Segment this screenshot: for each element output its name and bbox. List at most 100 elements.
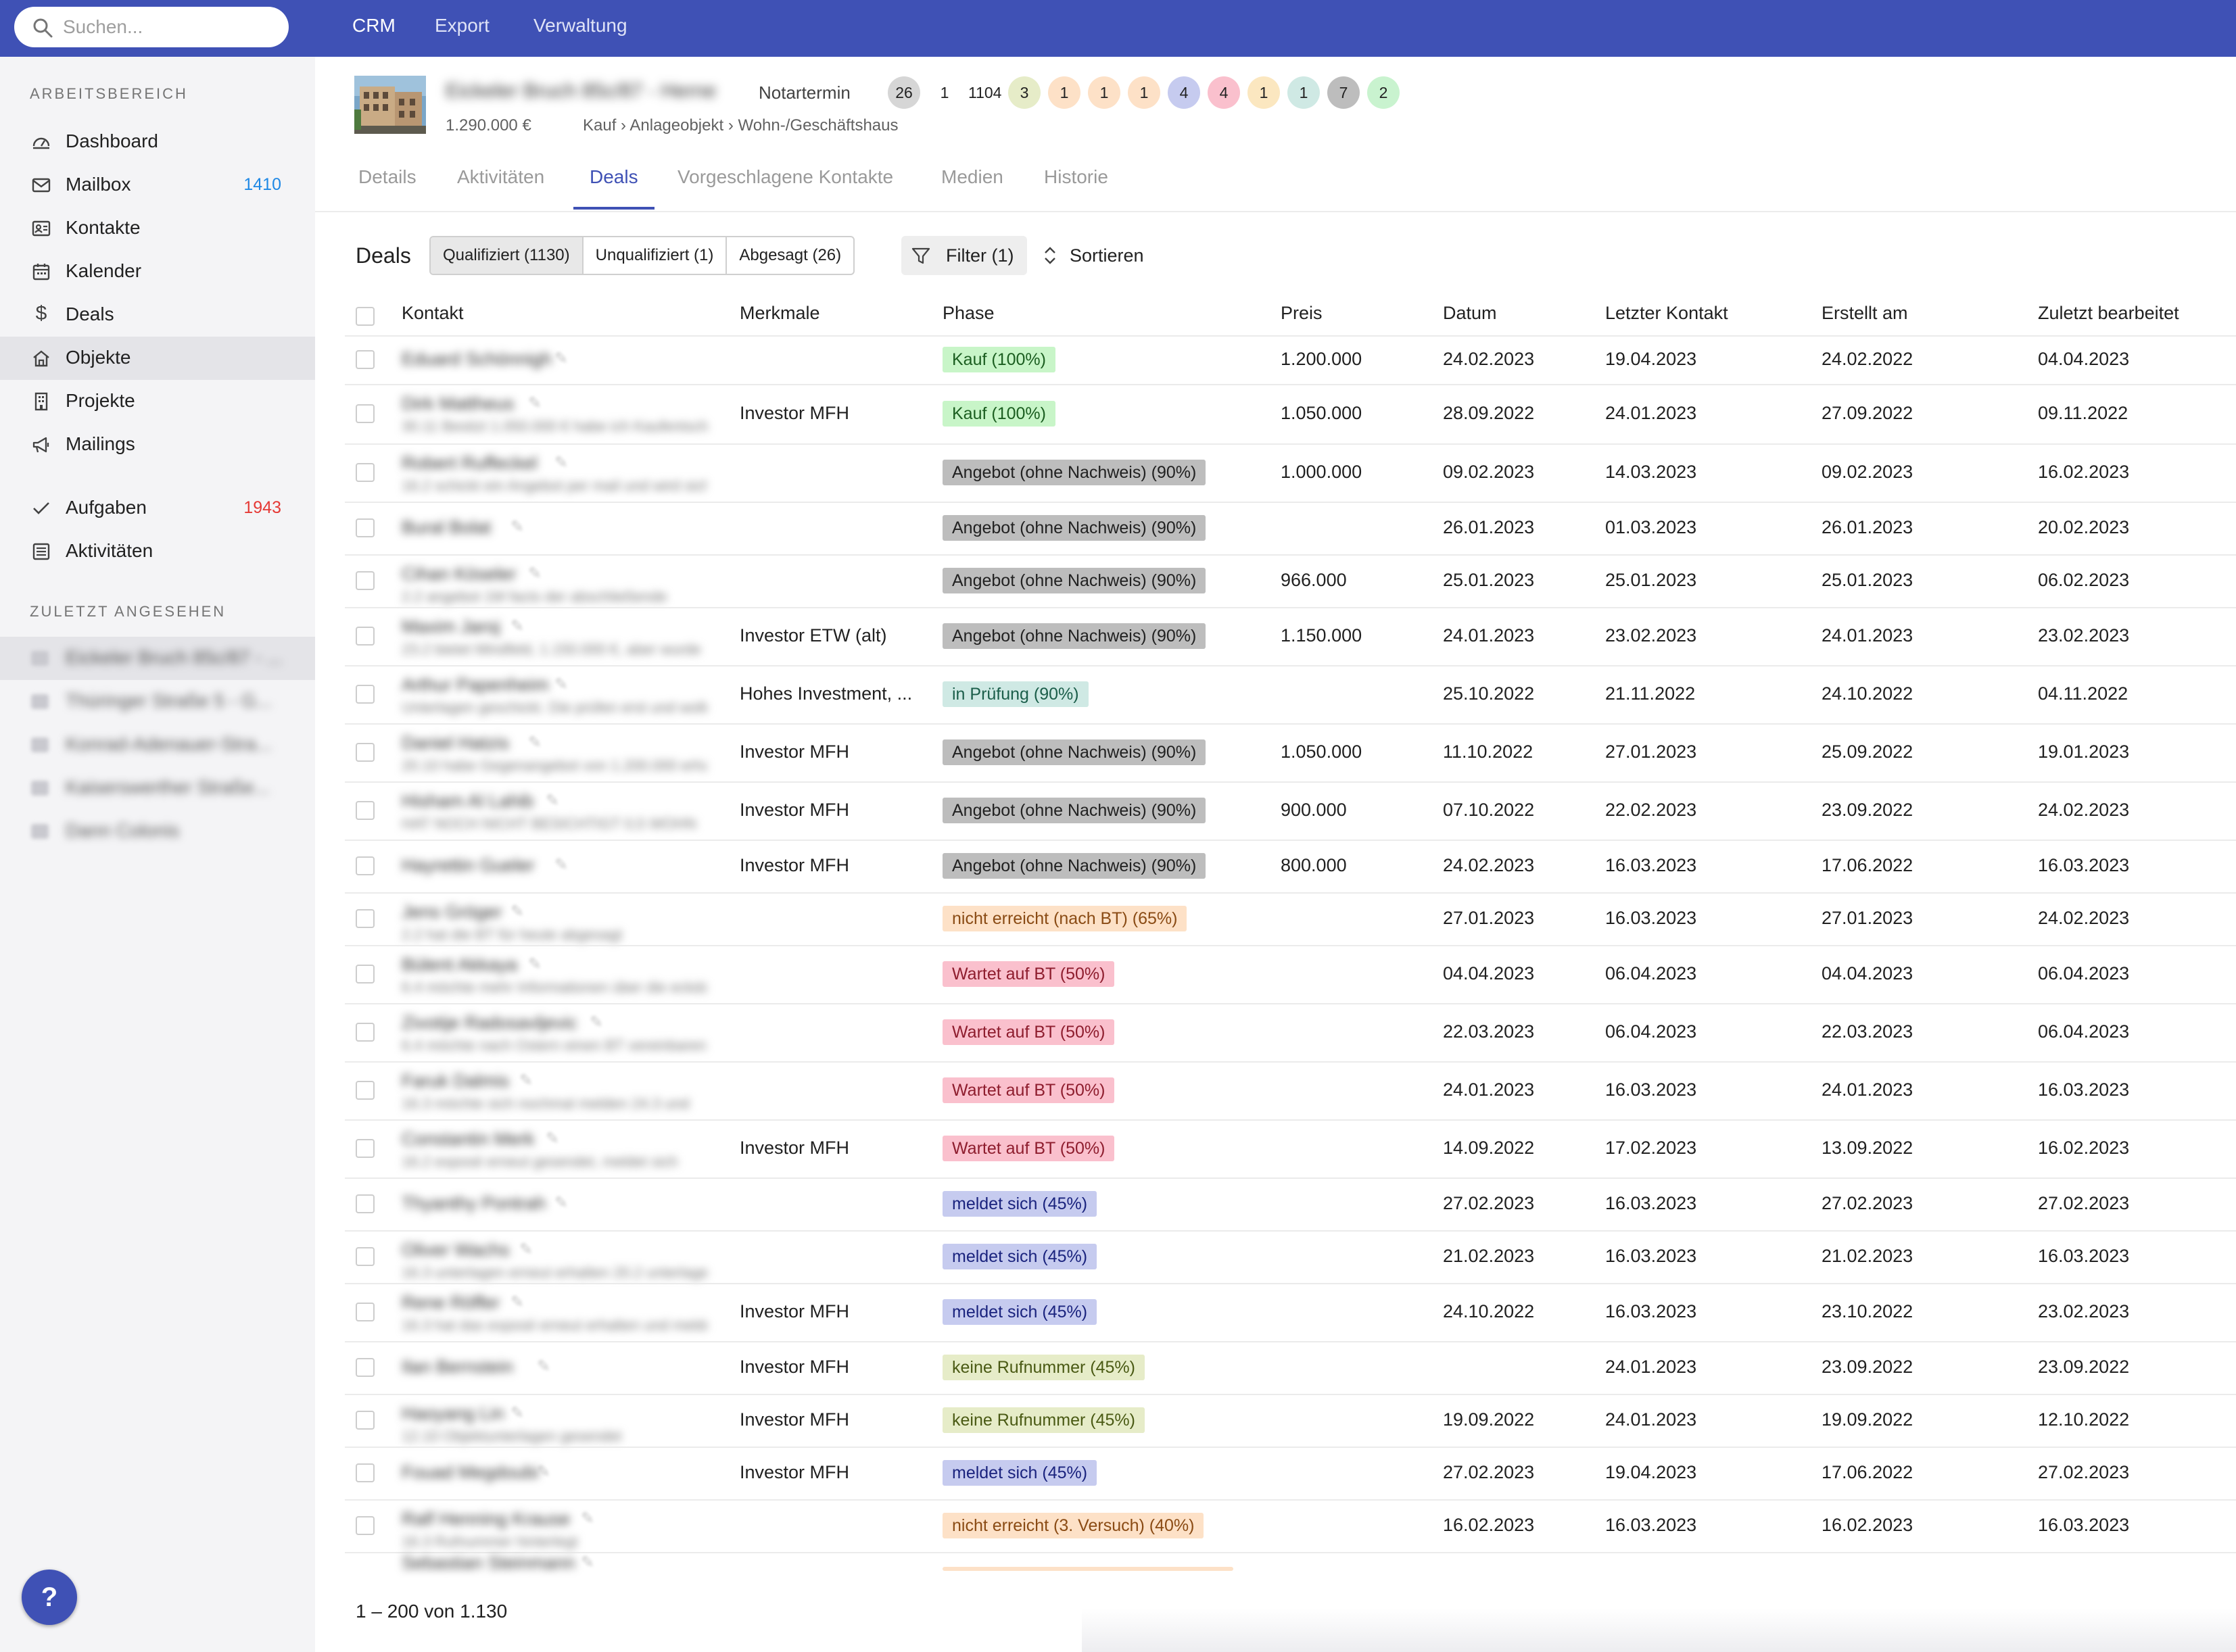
row-checkbox[interactable]: [356, 1358, 375, 1377]
phase-chip[interactable]: meldet sich (45%): [943, 1191, 1097, 1217]
status-count-badge[interactable]: 1: [1247, 76, 1280, 109]
column-header-erstellt-am[interactable]: Erstellt am: [1822, 303, 1908, 324]
contact-name-link[interactable]: Hisham Al Lahib: [402, 791, 533, 812]
sidebar-item-deals[interactable]: $ Deals: [0, 293, 315, 337]
edit-icon[interactable]: ✎: [554, 453, 568, 472]
select-all-checkbox[interactable]: [356, 307, 375, 326]
sidebar-item-mailbox[interactable]: Mailbox 1410: [0, 164, 315, 207]
row-checkbox[interactable]: [356, 965, 375, 983]
search-input[interactable]: Suchen...: [14, 7, 289, 47]
edit-icon[interactable]: ✎: [537, 1462, 550, 1482]
edit-icon[interactable]: ✎: [519, 1240, 533, 1259]
column-header-preis[interactable]: Preis: [1281, 303, 1323, 324]
phase-chip[interactable]: Angebot (ohne Nachweis) (90%): [943, 568, 1206, 593]
recent-item[interactable]: Dann Colonis: [0, 810, 315, 853]
phase-chip[interactable]: keine Rufnummer (45%): [943, 1407, 1145, 1433]
status-count-badge[interactable]: 26: [888, 76, 920, 109]
status-count-badge[interactable]: 1: [928, 76, 961, 109]
segment-qualifiziert[interactable]: Qualifiziert (1130): [431, 237, 584, 274]
phase-chip[interactable]: meldet sich (45%): [943, 1244, 1097, 1269]
edit-icon[interactable]: ✎: [554, 855, 568, 875]
contact-name-link[interactable]: Oliver Wachs: [402, 1240, 510, 1261]
edit-icon[interactable]: ✎: [554, 349, 568, 368]
filter-button[interactable]: Filter (1): [901, 236, 1027, 275]
status-count-badge[interactable]: 1: [1048, 76, 1080, 109]
contact-name-link[interactable]: Cihan Köseler: [402, 564, 517, 585]
sidebar-item-mailings[interactable]: Mailings: [0, 423, 315, 466]
phase-chip[interactable]: Angebot (ohne Nachweis) (90%): [943, 460, 1206, 485]
object-thumbnail[interactable]: [354, 76, 426, 134]
phase-chip[interactable]: nicht erreicht (3. Versuch) (40%): [943, 1513, 1204, 1538]
row-checkbox[interactable]: [356, 1247, 375, 1266]
contact-name-link[interactable]: Haoyang Lin: [402, 1403, 504, 1424]
row-checkbox[interactable]: [356, 350, 375, 369]
row-checkbox[interactable]: [356, 571, 375, 590]
contact-name-link[interactable]: Ilan Bernstein: [402, 1357, 513, 1378]
contact-name-link[interactable]: Arthur Papenheim: [402, 675, 549, 696]
edit-icon[interactable]: ✎: [581, 1509, 594, 1528]
column-header-kontakt[interactable]: Kontakt: [402, 303, 464, 324]
phase-chip[interactable]: Angebot (ohne Nachweis) (90%): [943, 853, 1206, 879]
phase-chip[interactable]: Angebot (ohne Nachweis) (90%): [943, 739, 1206, 765]
contact-name-link[interactable]: Maxim Jaroj: [402, 616, 500, 637]
edit-icon[interactable]: ✎: [528, 564, 542, 583]
status-count-badge[interactable]: 1: [1128, 76, 1160, 109]
contact-name-link[interactable]: Robert Ruffeckel: [402, 453, 538, 474]
sidebar-item-objekte[interactable]: Objekte: [0, 337, 315, 380]
contact-name-link[interactable]: Bural Bolat: [402, 517, 491, 538]
row-checkbox[interactable]: [356, 463, 375, 482]
status-count-badge[interactable]: 1: [1088, 76, 1120, 109]
phase-chip[interactable]: keine Rufnummer (45%): [943, 1355, 1145, 1380]
contact-name-link[interactable]: Sebastian Steinmann: [402, 1553, 575, 1574]
row-checkbox[interactable]: [356, 909, 375, 928]
status-count-badge[interactable]: 2: [1367, 76, 1400, 109]
phase-chip[interactable]: [943, 1567, 1233, 1571]
phase-chip[interactable]: meldet sich (45%): [943, 1299, 1097, 1325]
edit-icon[interactable]: ✎: [528, 733, 542, 752]
contact-name-link[interactable]: Faruk Dalmis: [402, 1071, 509, 1092]
edit-icon[interactable]: ✎: [581, 1553, 594, 1572]
edit-icon[interactable]: ✎: [554, 675, 568, 694]
row-checkbox[interactable]: [356, 743, 375, 762]
sort-button[interactable]: Sortieren: [1040, 236, 1162, 275]
nav-export[interactable]: Export: [435, 15, 490, 37]
contact-name-link[interactable]: Bülent Akkaya: [402, 954, 517, 975]
sidebar-item-aktivitaeten[interactable]: Aktivitäten: [0, 530, 315, 573]
edit-icon[interactable]: ✎: [510, 1403, 524, 1423]
tab-deals[interactable]: Deals: [590, 166, 638, 188]
sidebar-item-kontakte[interactable]: Kontakte: [0, 207, 315, 250]
sidebar-item-kalender[interactable]: Kalender: [0, 250, 315, 293]
status-count-badge[interactable]: 1104: [968, 76, 1001, 109]
phase-chip[interactable]: Kauf (100%): [943, 401, 1055, 427]
recent-item[interactable]: Eickeler Bruch 85c/87 - ...: [0, 637, 315, 680]
status-count-badge[interactable]: 3: [1008, 76, 1041, 109]
row-checkbox[interactable]: [356, 685, 375, 704]
sidebar-item-aufgaben[interactable]: Aufgaben 1943: [0, 487, 315, 530]
column-header-letzter-kontakt[interactable]: Letzter Kontakt: [1605, 303, 1728, 324]
row-checkbox[interactable]: [356, 404, 375, 423]
nav-verwaltung[interactable]: Verwaltung: [533, 15, 627, 37]
tab-medien[interactable]: Medien: [941, 166, 1003, 188]
edit-icon[interactable]: ✎: [546, 1129, 559, 1148]
edit-icon[interactable]: ✎: [510, 1292, 524, 1312]
recent-item[interactable]: Thüringer Straße 5 - G...: [0, 680, 315, 723]
edit-icon[interactable]: ✎: [510, 902, 524, 921]
row-checkbox[interactable]: [356, 1463, 375, 1482]
row-checkbox[interactable]: [356, 627, 375, 646]
recent-item[interactable]: Konrad-Adenauer-Stra...: [0, 723, 315, 767]
phase-chip[interactable]: Kauf (100%): [943, 347, 1055, 372]
row-checkbox[interactable]: [356, 1139, 375, 1158]
edit-icon[interactable]: ✎: [519, 1071, 533, 1090]
nav-crm[interactable]: CRM: [352, 15, 396, 37]
tab-vorgeschlagene-kontakte[interactable]: Vorgeschlagene Kontakte: [677, 166, 893, 188]
column-header-merkmale[interactable]: Merkmale: [740, 303, 820, 324]
phase-chip[interactable]: Wartet auf BT (50%): [943, 1077, 1115, 1103]
row-checkbox[interactable]: [356, 856, 375, 875]
phase-chip[interactable]: meldet sich (45%): [943, 1460, 1097, 1486]
tab-aktivitaeten[interactable]: Aktivitäten: [457, 166, 544, 188]
recent-item[interactable]: Kaiserswerther Straße...: [0, 767, 315, 810]
edit-icon[interactable]: ✎: [554, 1193, 568, 1213]
edit-icon[interactable]: ✎: [528, 393, 542, 413]
contact-name-link[interactable]: Dirk Mattheus: [402, 393, 515, 414]
sidebar-item-projekte[interactable]: Projekte: [0, 380, 315, 423]
